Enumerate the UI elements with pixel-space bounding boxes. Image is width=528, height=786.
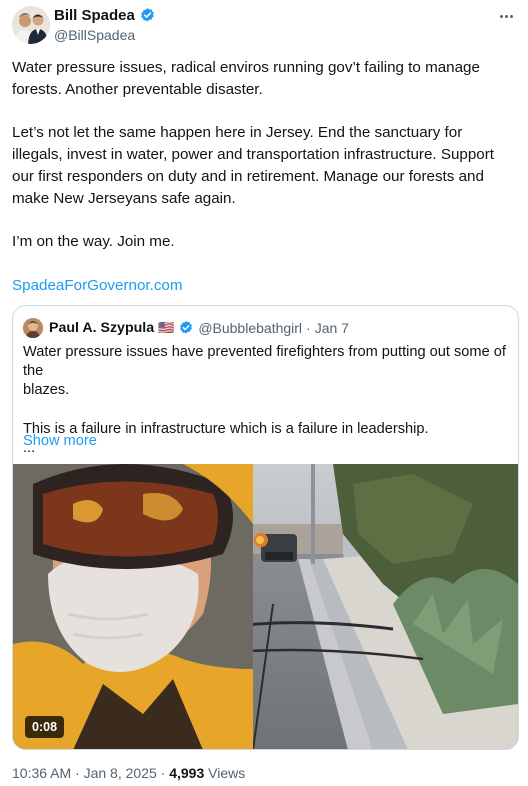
- tweet-header: Bill Spadea @BillSpadea: [12, 6, 518, 46]
- quoted-text-line: blazes.: [23, 382, 70, 399]
- tweet-text-line: Let’s not let the same happen here in Je…: [12, 124, 463, 142]
- quoted-author-name[interactable]: Paul A. Szypula: [49, 320, 154, 336]
- verified-badge-icon: [180, 321, 193, 334]
- quoted-text-line: Water pressure issues have prevented fir…: [23, 344, 506, 380]
- verified-badge-icon: [141, 8, 154, 22]
- quoted-video[interactable]: 0:08: [13, 464, 518, 749]
- quoted-avatar-photo-icon: [23, 318, 43, 338]
- avatar-photo-icon: [12, 6, 50, 44]
- us-flag-icon: 🇺🇸: [158, 320, 175, 335]
- video-duration: 0:08: [25, 716, 65, 738]
- quoted-tweet[interactable]: Paul A. Szypula 🇺🇸 @Bubblebathgirl · Jan…: [12, 305, 519, 750]
- views-count: 4,993: [169, 765, 205, 781]
- quoted-header: Paul A. Szypula 🇺🇸 @Bubblebathgirl · Jan…: [23, 318, 349, 338]
- quoted-avatar[interactable]: [23, 318, 43, 338]
- campaign-link[interactable]: SpadeaForGovernor.com: [12, 275, 518, 297]
- show-more-link[interactable]: Show more: [23, 433, 97, 449]
- tweet-text: Water pressure issues, radical enviros r…: [12, 57, 518, 297]
- tweet-text-line: make New Jerseyans safe again.: [12, 189, 236, 207]
- author-avatar[interactable]: [12, 6, 50, 44]
- tweet-text-line: our first responders on duty and in reti…: [12, 167, 484, 185]
- separator-dot: ·: [306, 320, 311, 336]
- quoted-date[interactable]: Jan 7: [315, 320, 349, 336]
- tweet-meta: 10:36 AM · Jan 8, 2025 · 4,993 Views: [12, 765, 245, 781]
- author-name[interactable]: Bill Spadea: [54, 7, 135, 24]
- tweet-text-line: I’m on the way. Join me.: [12, 233, 175, 251]
- views-label: Views: [204, 765, 246, 781]
- tweet-text-line: illegals, invest in water, power and tra…: [12, 146, 495, 164]
- tweet-text-line: forests. Another preventable disaster.: [12, 80, 263, 98]
- tweet-timestamp[interactable]: 10:36 AM · Jan 8, 2025 ·: [12, 765, 169, 781]
- tweet-text-line: Water pressure issues, radical enviros r…: [12, 59, 480, 76]
- author-name-row: Bill Spadea: [54, 7, 156, 24]
- quoted-author-handle[interactable]: @Bubblebathgirl: [198, 320, 302, 336]
- video-thumbnail-icon: [13, 464, 518, 749]
- more-options-icon[interactable]: [496, 8, 516, 24]
- author-handle[interactable]: @BillSpadea: [54, 27, 135, 43]
